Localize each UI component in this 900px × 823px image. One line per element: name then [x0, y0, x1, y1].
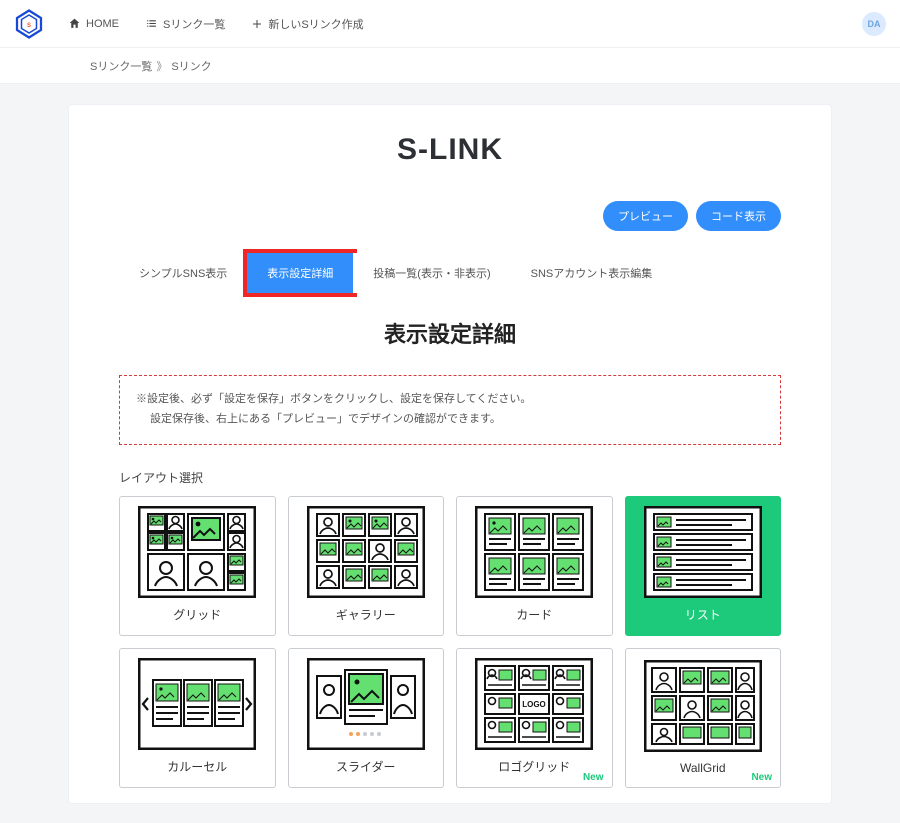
nav-home-label: HOME: [86, 18, 119, 30]
layout-option-list[interactable]: リスト: [625, 496, 782, 636]
thumb-card-icon: [465, 505, 604, 600]
layout-option-label: カード: [516, 606, 552, 623]
nav-new[interactable]: 新しいSリンク作成: [251, 16, 363, 32]
avatar[interactable]: DA: [862, 12, 886, 36]
layout-options: グリッド: [119, 496, 781, 788]
layout-option-label: WallGrid: [680, 761, 726, 775]
breadcrumb: Sリンク一覧 》 Sリンク: [0, 48, 900, 84]
site-logo[interactable]: S: [14, 9, 44, 39]
layout-option-wallgrid[interactable]: WallGrid New: [625, 648, 782, 788]
breadcrumb-current: Sリンク: [171, 58, 211, 74]
nav-new-label: 新しいSリンク作成: [268, 16, 363, 32]
layout-option-gallery[interactable]: ギャラリー: [288, 496, 445, 636]
thumb-list-icon: [634, 505, 773, 600]
thumb-logogrid-icon: LOGO: [465, 657, 604, 752]
thumb-carousel-icon: [128, 657, 267, 752]
new-badge: New: [583, 772, 604, 783]
breadcrumb-a[interactable]: Sリンク一覧: [90, 58, 152, 74]
breadcrumb-sep: 》: [156, 58, 167, 74]
layout-label: レイアウト選択: [119, 469, 781, 486]
layout-option-card[interactable]: カード: [456, 496, 613, 636]
layout-option-label: リスト: [685, 606, 721, 623]
thumb-wallgrid-icon: [634, 657, 773, 755]
nav-list-label: Sリンク一覧: [163, 16, 225, 32]
thumb-gallery-icon: [297, 505, 436, 600]
page-title: S-LINK: [119, 133, 781, 167]
avatar-initials: DA: [868, 19, 881, 29]
layout-option-grid[interactable]: グリッド: [119, 496, 276, 636]
note-line-1: ※設定後、必ず「設定を保存」ボタンをクリックし、設定を保存してください。: [136, 390, 764, 410]
list-icon: [145, 17, 158, 30]
main-card: S-LINK プレビュー コード表示 シンプルSNS表示 表示設定詳細 投稿一覧…: [68, 104, 832, 804]
thumb-grid-icon: [128, 505, 267, 600]
plus-icon: [251, 18, 263, 30]
nav-list[interactable]: Sリンク一覧: [145, 16, 225, 32]
section-heading: 表示設定詳細: [119, 317, 781, 349]
note-line-2: 設定保存後、右上にある「プレビュー」でデザインの確認ができます。: [136, 410, 764, 430]
top-button-row: プレビュー コード表示: [119, 201, 781, 231]
layout-option-label: ロゴグリッド: [498, 758, 570, 775]
layout-option-slider[interactable]: スライダー: [288, 648, 445, 788]
tabs: シンプルSNS表示 表示設定詳細 投稿一覧(表示・非表示) SNSアカウント表示…: [119, 253, 781, 293]
main-wrap: S-LINK プレビュー コード表示 シンプルSNS表示 表示設定詳細 投稿一覧…: [0, 84, 900, 804]
nav-home[interactable]: HOME: [68, 17, 119, 30]
layout-option-label: グリッド: [173, 606, 221, 623]
svg-text:S: S: [27, 23, 31, 29]
layout-option-label: カルーセル: [167, 758, 227, 775]
layout-option-label: スライダー: [336, 758, 396, 775]
layout-option-label: ギャラリー: [336, 606, 396, 623]
new-badge: New: [751, 772, 772, 783]
thumb-slider-icon: [297, 657, 436, 752]
tab-account-edit[interactable]: SNSアカウント表示編集: [511, 253, 673, 293]
top-nav: HOME Sリンク一覧 新しいSリンク作成: [68, 16, 364, 32]
note-box: ※設定後、必ず「設定を保存」ボタンをクリックし、設定を保存してください。 設定保…: [119, 375, 781, 445]
tab-simple-sns[interactable]: シンプルSNS表示: [119, 253, 247, 293]
preview-button[interactable]: プレビュー: [603, 201, 688, 231]
tab-display-detail[interactable]: 表示設定詳細: [247, 253, 353, 293]
layout-option-logogrid[interactable]: LOGO ロゴグリッド New: [456, 648, 613, 788]
layout-option-carousel[interactable]: カルーセル: [119, 648, 276, 788]
home-icon: [68, 17, 81, 30]
topbar: S HOME Sリンク一覧 新しいSリンク作成 DA: [0, 0, 900, 48]
tab-posts[interactable]: 投稿一覧(表示・非表示): [353, 253, 510, 293]
svg-text:LOGO: LOGO: [522, 700, 546, 709]
code-button[interactable]: コード表示: [696, 201, 781, 231]
